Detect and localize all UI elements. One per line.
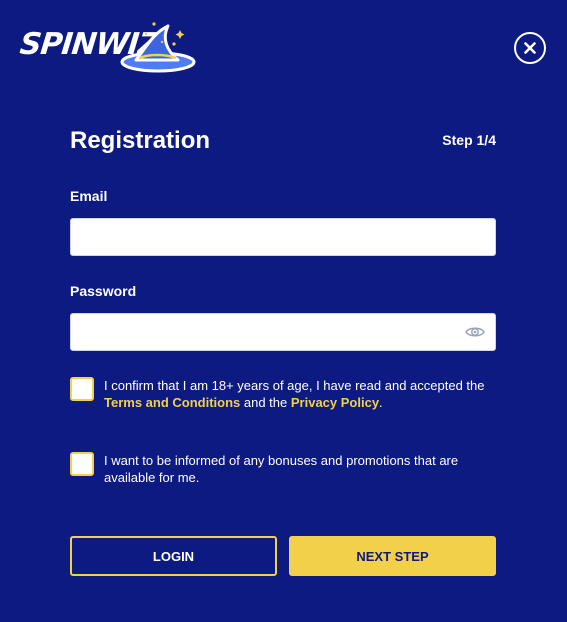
age-confirm-checkbox[interactable] <box>70 377 94 401</box>
eye-icon[interactable] <box>465 324 485 340</box>
next-step-button[interactable]: NEXT STEP <box>289 536 496 576</box>
privacy-link[interactable]: Privacy Policy <box>291 395 379 410</box>
age-confirm-text-before: I confirm that I am 18+ years of age, I … <box>104 378 485 393</box>
password-label: Password <box>70 283 137 299</box>
age-confirm-text: I confirm that I am 18+ years of age, I … <box>104 377 490 411</box>
wizard-hat-icon <box>120 22 196 73</box>
marketing-optin-checkbox[interactable] <box>70 452 94 476</box>
password-field[interactable] <box>70 313 496 351</box>
close-button[interactable] <box>514 32 546 64</box>
email-label: Email <box>70 188 108 204</box>
logo: SPINWIZ <box>18 20 196 74</box>
step-indicator: Step 1/4 <box>442 132 496 148</box>
age-confirm-text-middle: and the <box>240 395 291 410</box>
close-icon <box>524 42 536 54</box>
page-title: Registration <box>70 127 211 154</box>
age-confirm-text-after: . <box>379 395 383 410</box>
email-field[interactable] <box>70 218 496 256</box>
login-button[interactable]: LOGIN <box>70 536 277 576</box>
terms-link[interactable]: Terms and Conditions <box>104 395 240 410</box>
marketing-optin-text: I want to be informed of any bonuses and… <box>104 453 459 485</box>
